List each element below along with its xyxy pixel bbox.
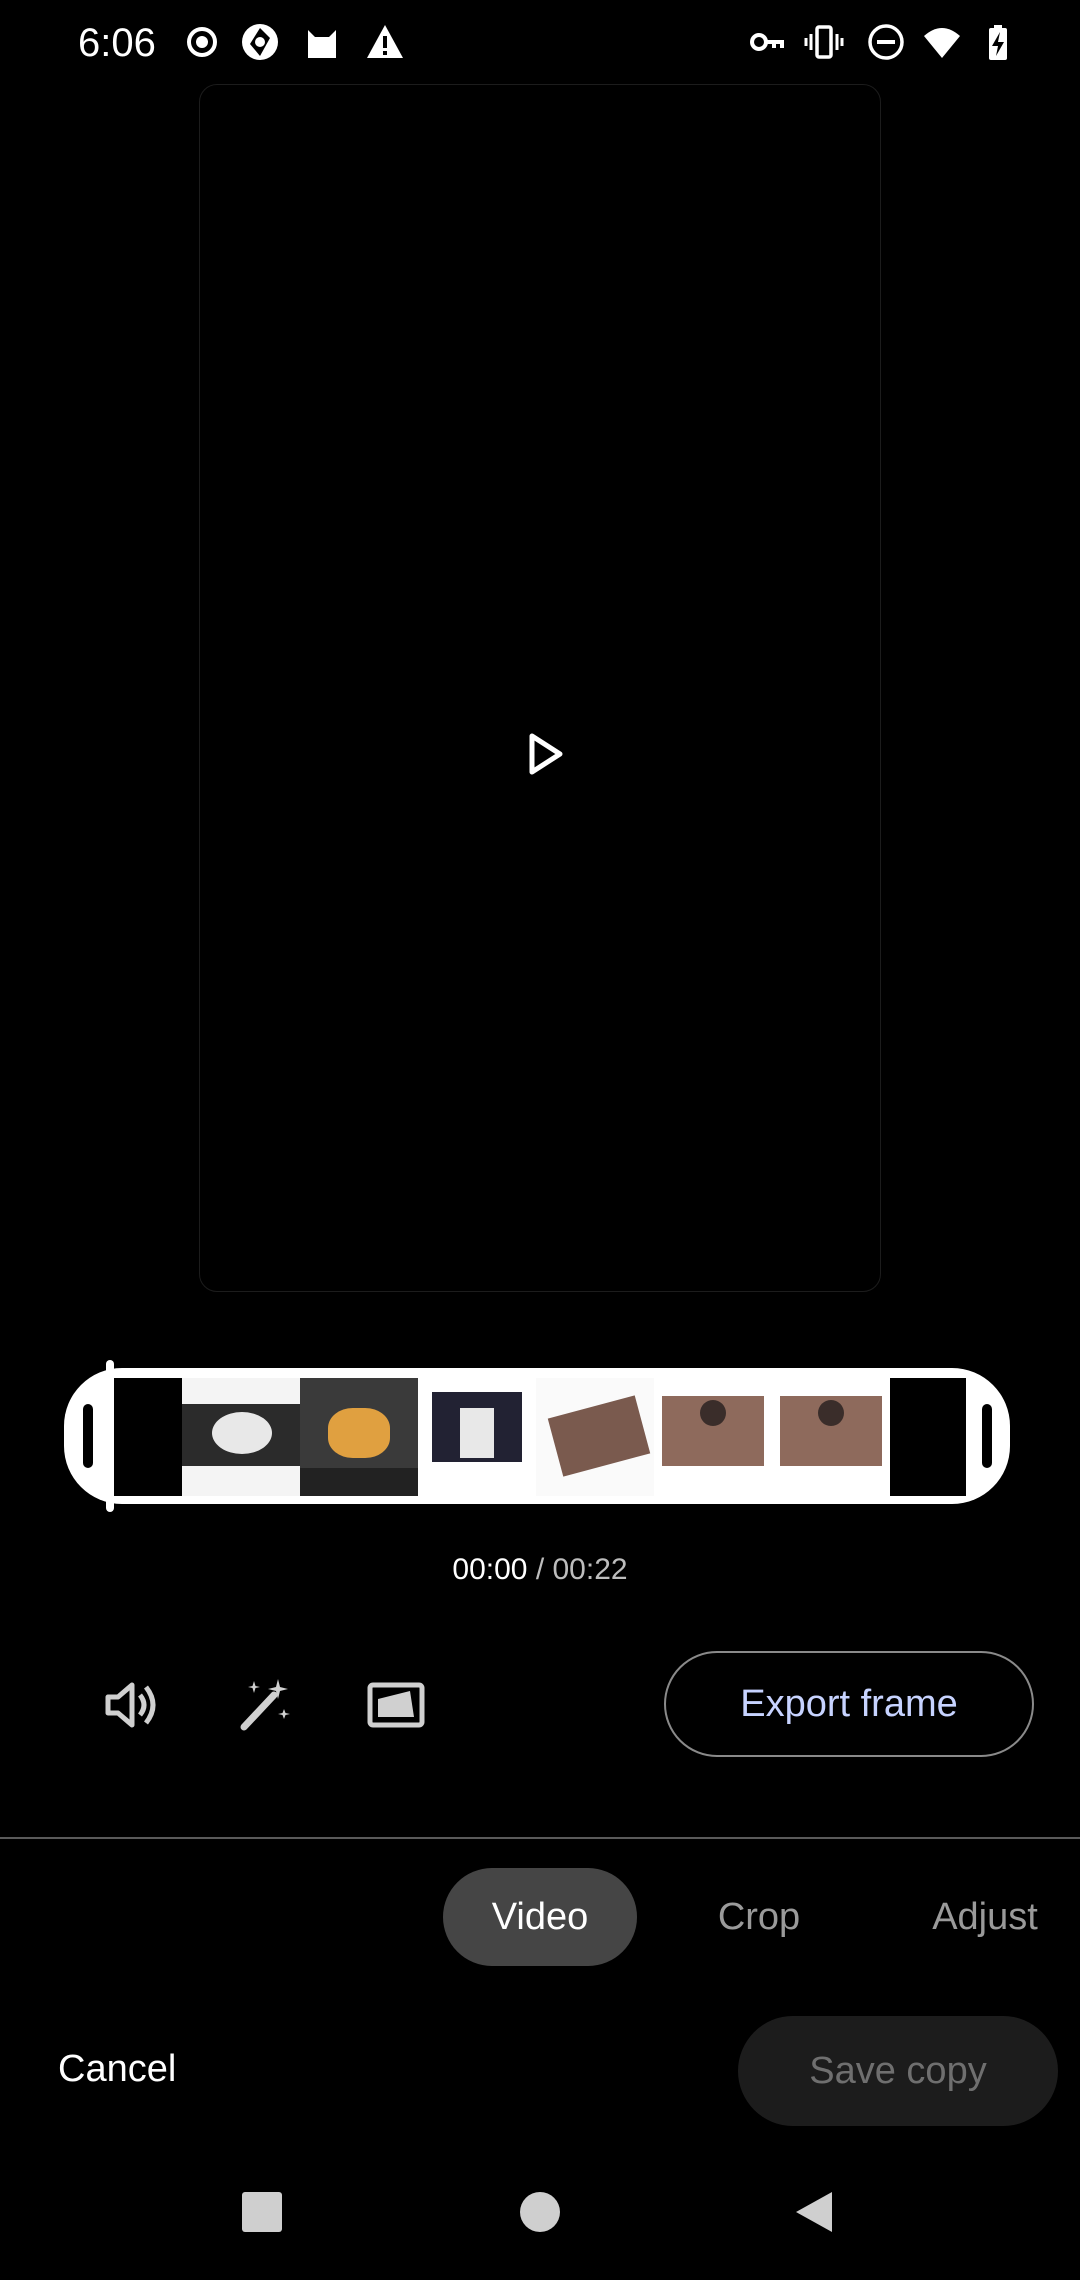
timeline-thumbnails[interactable]: [112, 1378, 966, 1496]
time-readout: 00:00 / 00:22: [0, 1550, 1080, 1590]
status-time: 6:06: [78, 21, 156, 65]
recents-icon[interactable]: [240, 2190, 284, 2234]
timeline-frame: [536, 1378, 654, 1496]
play-icon[interactable]: [520, 730, 568, 778]
cat-icon: [308, 30, 336, 58]
vibrate-icon: [804, 25, 844, 59]
warning-icon: [367, 25, 403, 58]
total-time: 00:22: [552, 1553, 628, 1586]
current-time: 00:00: [452, 1553, 528, 1586]
divider: [0, 1837, 1080, 1839]
cancel-button[interactable]: Cancel: [58, 2044, 176, 2094]
tab-crop[interactable]: Crop: [690, 1868, 828, 1966]
timeline-frame: [182, 1378, 300, 1496]
vpn-key-icon: [750, 33, 784, 51]
shutter-icon: [242, 24, 278, 60]
volume-icon[interactable]: [102, 1675, 162, 1735]
playhead[interactable]: [106, 1360, 114, 1512]
tab-video[interactable]: Video: [443, 1868, 637, 1966]
video-preview[interactable]: [199, 84, 881, 1292]
magic-wand-icon[interactable]: [234, 1675, 294, 1735]
timeline-frame: [654, 1378, 772, 1496]
aspect-ratio-icon[interactable]: [366, 1675, 426, 1735]
wifi-icon: [924, 28, 960, 58]
dnd-icon: [868, 24, 904, 60]
tab-adjust[interactable]: Adjust: [910, 1868, 1060, 1966]
timeline-frame: [890, 1378, 966, 1496]
timeline-frame: [112, 1378, 182, 1496]
record-icon: [187, 27, 217, 57]
save-copy-button[interactable]: Save copy: [738, 2016, 1058, 2126]
back-icon[interactable]: [792, 2190, 836, 2234]
export-frame-button[interactable]: Export frame: [664, 1651, 1034, 1757]
trim-start-handle[interactable]: [83, 1404, 93, 1468]
time-separator: /: [527, 1553, 553, 1586]
battery-charging-icon: [989, 25, 1007, 60]
timeline-frame: [772, 1378, 890, 1496]
timeline-frame: [300, 1378, 418, 1496]
timeline-frame: [418, 1378, 536, 1496]
home-icon[interactable]: [518, 2190, 562, 2234]
trim-end-handle[interactable]: [982, 1404, 992, 1468]
